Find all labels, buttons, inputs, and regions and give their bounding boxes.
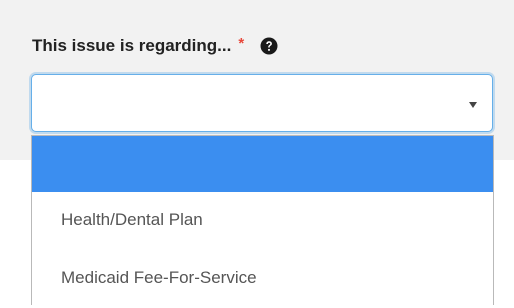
required-marker: * (238, 34, 245, 52)
field-label-row: This issue is regarding... * (32, 34, 278, 56)
dropdown-option-blank[interactable] (32, 136, 493, 192)
dropdown-option-health-dental-plan[interactable]: Health/Dental Plan (32, 192, 493, 248)
field-label: This issue is regarding... (32, 36, 232, 55)
dropdown-list: Health/Dental Plan Medicaid Fee-For-Serv… (31, 135, 494, 305)
caret-down-icon[interactable] (469, 102, 477, 108)
issue-select[interactable] (31, 74, 493, 132)
dropdown-option-medicaid-fee-for-service[interactable]: Medicaid Fee-For-Service (32, 248, 493, 304)
question-circle-icon[interactable] (260, 37, 278, 55)
